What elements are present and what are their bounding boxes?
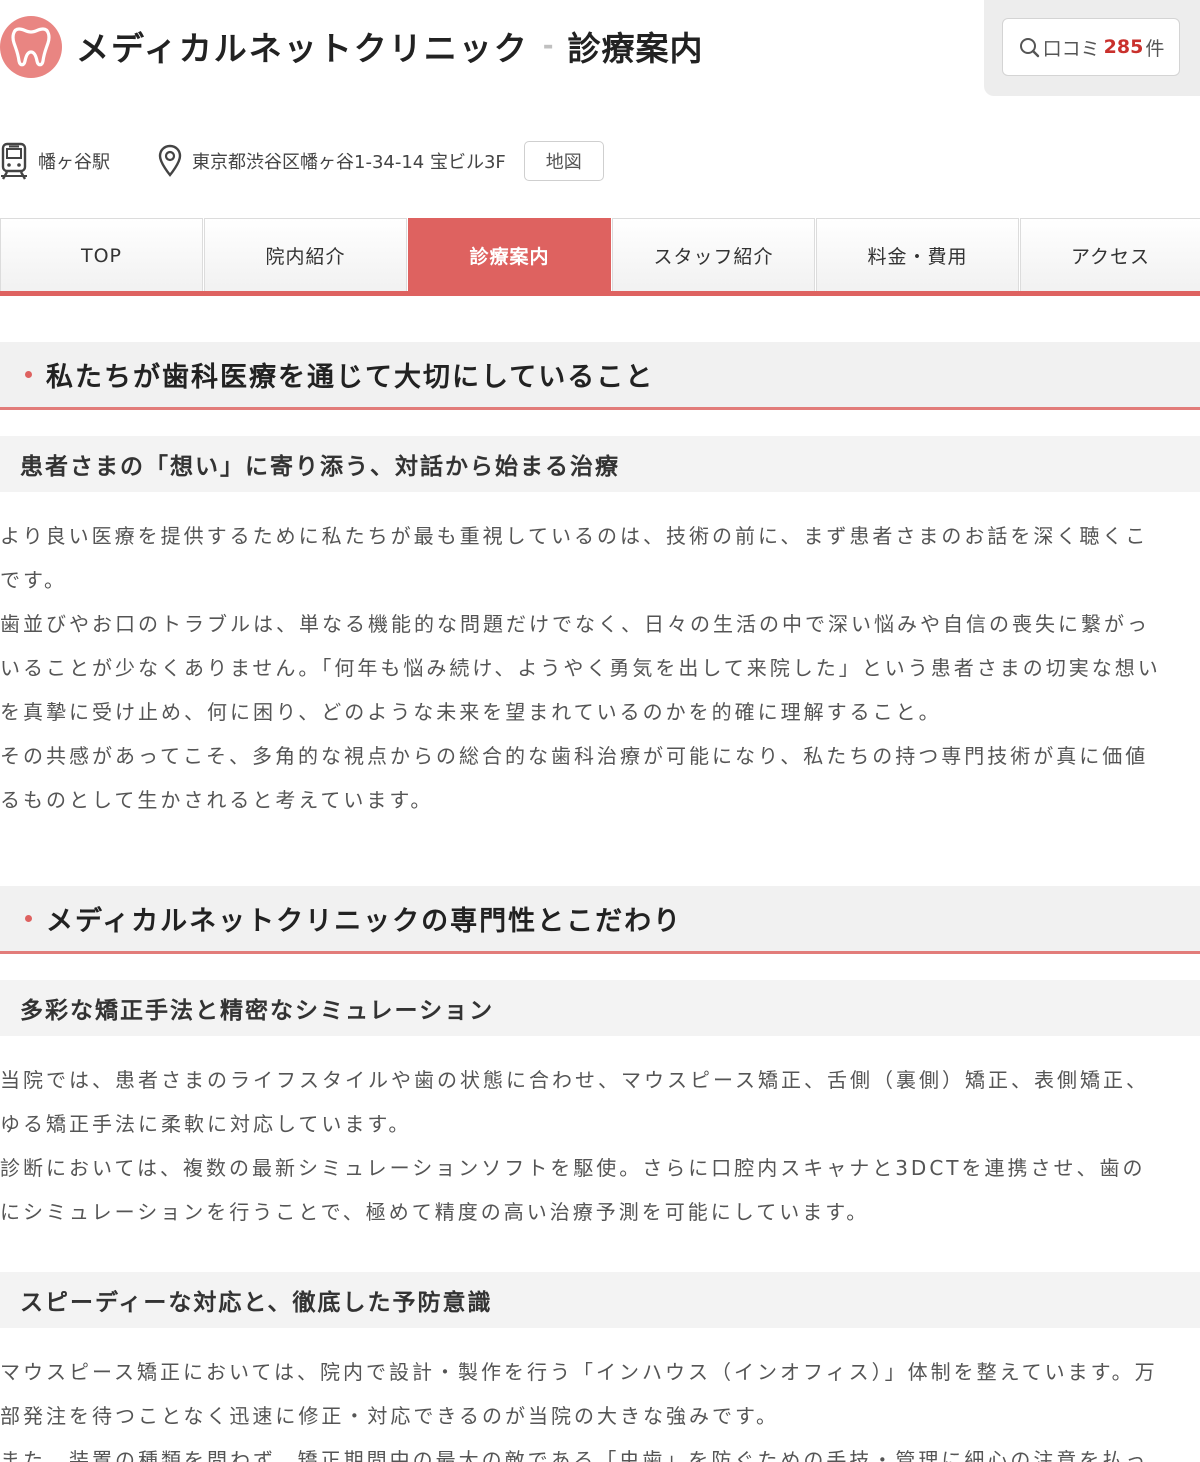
subheading-dialogue: 患者さまの「想い」に寄り添う、対話から始まる治療	[0, 436, 1200, 492]
title-separator: -	[542, 31, 554, 61]
paragraph-line: また、装置の種類を問わず、矯正期間中の最大の敵である「虫歯」を防ぐための手技・管…	[0, 1448, 1149, 1462]
paragraph-line: 部発注を待つことなく迅速に修正・対応できるのが当院の大きな強みです。	[0, 1404, 779, 1428]
search-icon	[1018, 36, 1040, 58]
review-count: 285	[1103, 36, 1144, 58]
paragraph-line: いることが少なくありません。「何年も悩み続け、ようやく勇気を出して来院した」とい…	[0, 656, 1161, 680]
paragraph-line: その共感があってこそ、多角的な視点からの総合的な歯科治療が可能になり、私たちの持…	[0, 744, 1149, 768]
map-button[interactable]: 地図	[523, 141, 604, 181]
paragraph-line: マウスピース矯正においては、院内で設計・製作を行う「インハウス（インオフィス）」…	[0, 1360, 1158, 1384]
subheading-text: 患者さまの「想い」に寄り添う、対話から始まる治療	[20, 454, 620, 480]
tab-fees[interactable]: 料金・費用	[816, 218, 1019, 292]
subheading-orthodontics: 多彩な矯正手法と精密なシミュレーション	[0, 980, 1200, 1036]
section-heading-philosophy: 私たちが歯科医療を通じて大切にしていること	[0, 342, 1200, 410]
clinic-name: メディカルネットクリニック	[76, 29, 529, 68]
bullet-dot	[25, 915, 32, 922]
paragraph-line: 当院では、患者さまのライフスタイルや歯の状態に合わせ、マウスピース矯正、舌側（裏…	[0, 1068, 1149, 1092]
main-nav-tabs: TOP 院内紹介 診療案内 スタッフ紹介 料金・費用 アクセス	[0, 218, 1200, 292]
tooth-logo-icon[interactable]	[0, 16, 62, 78]
review-panel: 口コミ 285 件	[984, 0, 1200, 96]
paragraph-orthodontics: 当院では、患者さまのライフスタイルや歯の状態に合わせ、マウスピース矯正、舌側（裏…	[0, 1058, 1200, 1234]
review-label: 口コミ	[1042, 37, 1100, 60]
nearest-station: 幡ヶ谷駅	[38, 152, 110, 173]
tab-underline	[0, 291, 1200, 296]
review-unit: 件	[1145, 37, 1165, 60]
section-heading-text: 私たちが歯科医療を通じて大切にしていること	[46, 362, 655, 393]
paragraph-line: るものとして生かされると考えています。	[0, 788, 434, 812]
map-pin-icon	[158, 144, 182, 178]
train-icon	[0, 141, 28, 181]
paragraph-line: ゆる矯正手法に柔軟に対応しています。	[0, 1112, 412, 1136]
page-title: メディカルネットクリニック - 診療案内	[76, 24, 704, 68]
tab-top[interactable]: TOP	[0, 218, 203, 292]
clinic-info-row: 幡ヶ谷駅 東京都渋谷区幡ヶ谷1-34-14 宝ビル3F 地図	[0, 138, 604, 184]
paragraph-line: を真摯に受け止め、何に困り、どのような未来を望まれているのかを的確に理解すること…	[0, 700, 942, 724]
tab-treatment-info[interactable]: 診療案内	[408, 218, 611, 292]
tab-staff[interactable]: スタッフ紹介	[612, 218, 815, 292]
clinic-address: 東京都渋谷区幡ヶ谷1-34-14 宝ビル3F	[192, 152, 506, 173]
section-heading-text: メディカルネットクリニックの専門性とこだわり	[46, 906, 683, 937]
page-name: 診療案内	[567, 29, 704, 68]
paragraph-line: です。	[0, 568, 67, 592]
review-count-button[interactable]: 口コミ 285 件	[1002, 18, 1180, 76]
subheading-text: スピーディーな対応と、徹底した予防意識	[20, 1290, 493, 1316]
subheading-text: 多彩な矯正手法と精密なシミュレーション	[20, 998, 495, 1024]
paragraph-line: より良い医療を提供するために私たちが最も重視しているのは、技術の前に、まず患者さ…	[0, 524, 1149, 548]
site-header: メディカルネットクリニック - 診療案内 口コミ 285 件	[0, 0, 1200, 100]
paragraph-line: 診断においては、複数の最新シミュレーションソフトを駆使。さらに口腔内スキャナと3…	[0, 1156, 1146, 1180]
bullet-dot	[25, 371, 32, 378]
paragraph-line: 歯並びやお口のトラブルは、単なる機能的な問題だけでなく、日々の生活の中で深い悩み…	[0, 612, 1150, 636]
paragraph-philosophy: より良い医療を提供するために私たちが最も重視しているのは、技術の前に、まず患者さ…	[0, 514, 1200, 822]
subheading-prevention: スピーディーな対応と、徹底した予防意識	[0, 1272, 1200, 1328]
section-heading-expertise: メディカルネットクリニックの専門性とこだわり	[0, 886, 1200, 954]
paragraph-line: にシミュレーションを行うことで、極めて精度の高い治療予測を可能にしています。	[0, 1200, 870, 1224]
tab-access[interactable]: アクセス	[1020, 218, 1200, 292]
tab-clinic-intro[interactable]: 院内紹介	[204, 218, 407, 292]
paragraph-prevention: マウスピース矯正においては、院内で設計・製作を行う「インハウス（インオフィス）」…	[0, 1350, 1200, 1462]
